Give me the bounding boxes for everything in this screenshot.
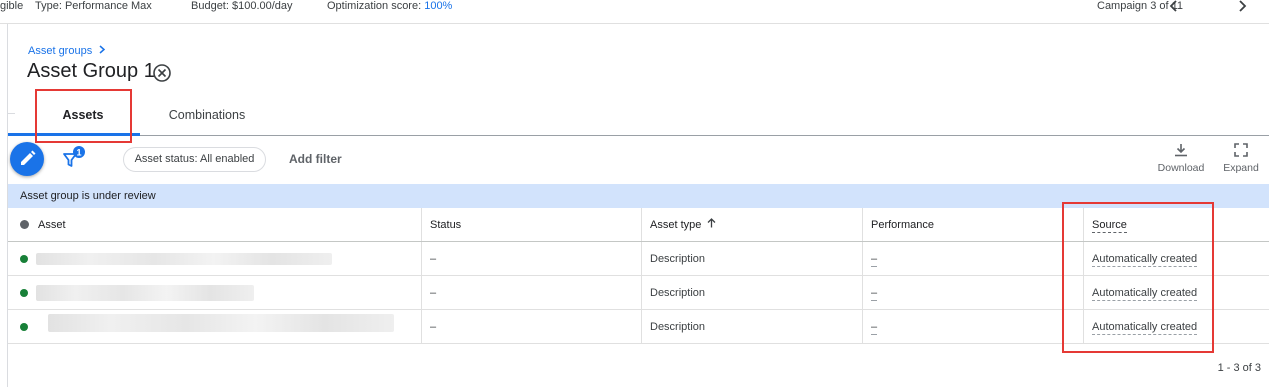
expand-label: Expand [1223, 162, 1259, 174]
performance-cell: – [862, 310, 1083, 343]
enabled-status-dot [20, 323, 28, 331]
column-header-asset-label: Asset [38, 219, 66, 231]
column-header-status[interactable]: Status [421, 208, 641, 241]
status-column-dot [20, 220, 29, 229]
redacted-asset-text [48, 314, 394, 332]
redacted-asset-text [36, 253, 332, 265]
enabled-status-dot [20, 289, 28, 297]
redacted-asset-text [36, 285, 254, 301]
campaign-type: Type: Performance Max [35, 0, 152, 12]
status-cell: – [421, 242, 641, 275]
asset-type-cell: Description [641, 242, 862, 275]
asset-status-filter-chip[interactable]: Asset status: All enabled [123, 147, 266, 172]
add-filter-button[interactable]: Add filter [289, 152, 342, 166]
highlight-box-assets-tab [35, 89, 132, 143]
filter-icon[interactable]: 1 [62, 146, 92, 170]
asset-cell[interactable] [8, 242, 421, 275]
performance-value: – [871, 321, 878, 335]
optimization-score-value[interactable]: 100% [424, 0, 452, 12]
chevron-left-icon[interactable] [1168, 0, 1180, 12]
pencil-icon [21, 150, 36, 165]
highlight-box-source-column [1062, 202, 1214, 353]
chevron-right-icon[interactable] [1236, 0, 1248, 12]
column-header-asset[interactable]: Asset [8, 208, 421, 241]
status-cell: – [421, 276, 641, 309]
breadcrumb[interactable]: Asset groups [28, 45, 106, 57]
tab-combinations[interactable]: Combinations [150, 100, 264, 134]
performance-cell: – [862, 242, 1083, 275]
enabled-status-dot [20, 255, 28, 263]
performance-value: – [871, 287, 878, 301]
expand-button[interactable]: Expand [1221, 142, 1261, 174]
close-circle-icon[interactable] [152, 63, 172, 83]
optimization-score-label: Optimization score: [327, 0, 425, 12]
page-title: Asset Group 1 [27, 60, 155, 82]
expand-icon [1234, 143, 1248, 157]
tabs-divider [140, 135, 1269, 136]
column-header-performance[interactable]: Performance [862, 208, 1083, 241]
asset-type-cell: Description [641, 310, 862, 343]
chevron-right-icon [99, 45, 106, 54]
edit-button[interactable] [10, 142, 44, 176]
optimization-score: Optimization score: 100% [327, 0, 452, 12]
asset-type-cell: Description [641, 276, 862, 309]
column-header-asset-type[interactable]: Asset type [641, 208, 862, 241]
breadcrumb-asset-groups[interactable]: Asset groups [28, 45, 92, 57]
sort-up-icon [707, 218, 716, 228]
campaign-info-bar: gible Type: Performance Max Budget: $100… [0, 0, 1269, 24]
pagination-label: 1 - 3 of 3 [1217, 362, 1261, 374]
campaign-budget: Budget: $100.00/day [191, 0, 293, 12]
performance-value: – [871, 253, 878, 267]
asset-cell[interactable] [8, 276, 421, 309]
campaign-status: gible [0, 0, 24, 12]
filter-count-badge: 1 [76, 148, 81, 158]
download-button[interactable]: Download [1156, 142, 1206, 174]
performance-cell: – [862, 276, 1083, 309]
asset-cell[interactable] [8, 310, 421, 343]
column-header-asset-type-label: Asset type [650, 219, 702, 231]
download-label: Download [1157, 162, 1205, 174]
download-icon [1175, 144, 1187, 157]
status-cell: – [421, 310, 641, 343]
